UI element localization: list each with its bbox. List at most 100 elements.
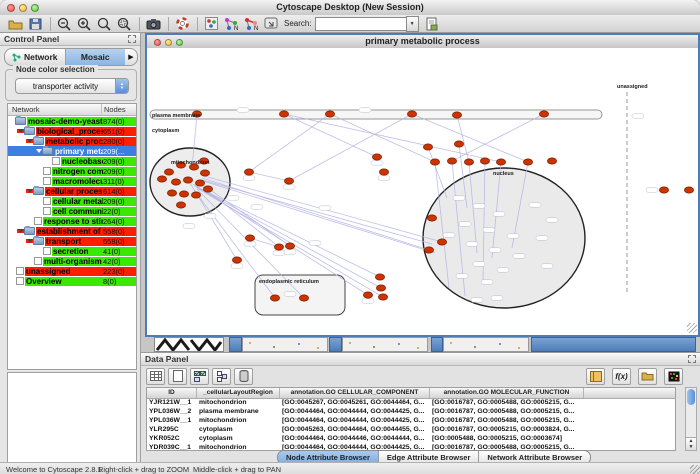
tab-overflow-arrow-icon[interactable]: ▶ [125, 49, 137, 65]
app-titlebar[interactable]: Cytoscape Desktop (New Session) [0, 0, 700, 16]
network-node[interactable] [452, 112, 461, 118]
tree-row[interactable]: metabolic process280(0) [8, 136, 136, 146]
table-row[interactable]: YJR121W__1mitochondrion[GO:0045267, GO:0… [147, 399, 675, 408]
delete-attribute-trash-icon[interactable] [234, 368, 253, 385]
tree-row[interactable]: unassigned223(0) [8, 266, 136, 276]
search-dropdown-arrow-icon[interactable]: ▼ [406, 16, 419, 32]
network-node[interactable] [363, 292, 372, 298]
tree-row[interactable]: cellular process614(0) [8, 186, 136, 196]
unselect-attributes-icon[interactable] [212, 368, 231, 385]
attribute-table[interactable]: ID _cellularLayoutRegion annotation.GO C… [146, 387, 676, 451]
help-lifebuoy-icon[interactable] [173, 16, 191, 32]
network-node[interactable] [423, 144, 432, 150]
tree-row[interactable]: cellular metabol209(0) [8, 196, 136, 206]
tab-mosaic[interactable]: Mosaic [65, 49, 126, 65]
network-window-titlebar[interactable]: primary metabolic process [147, 35, 698, 49]
network-node[interactable] [183, 177, 192, 183]
network-node[interactable] [427, 215, 436, 221]
network-node[interactable] [232, 257, 241, 263]
network-node[interactable] [424, 247, 433, 253]
import-attributes-folder-icon[interactable] [638, 368, 657, 385]
tree-row[interactable]: mosaic-demo-yeast874(0) [8, 116, 136, 126]
network-node[interactable] [378, 294, 387, 300]
network-node[interactable] [284, 178, 293, 184]
network-node[interactable] [270, 295, 279, 301]
tab-network[interactable]: Network [5, 49, 65, 65]
background-window-fragment[interactable] [531, 337, 696, 352]
network-graph[interactable]: plasma membranecytoplasmmitochondrionnuc… [147, 48, 698, 334]
save-session-icon[interactable] [26, 16, 44, 32]
background-window-fragment[interactable] [242, 337, 328, 352]
network-node[interactable] [176, 202, 185, 208]
column-go-molecular-function[interactable]: annotation.GO MOLECULAR_FUNCTION [430, 388, 584, 398]
network-node[interactable] [325, 111, 334, 117]
tree-expander-icon[interactable] [26, 239, 33, 243]
tree-row[interactable]: primary metabolic209(... [8, 146, 136, 156]
network-node[interactable] [539, 111, 548, 117]
tree-expander-icon[interactable] [17, 129, 24, 133]
network-node[interactable] [279, 111, 288, 117]
new-network-from-selected-edges-icon[interactable]: N [242, 16, 260, 32]
network-node[interactable] [179, 191, 188, 197]
new-attribute-icon[interactable] [168, 368, 187, 385]
zoom-fit-icon[interactable] [95, 16, 113, 32]
tree-row[interactable]: response to stimulu264(0) [8, 216, 136, 226]
zoom-selected-region-icon[interactable] [115, 16, 133, 32]
network-node[interactable] [430, 159, 439, 165]
network-node[interactable] [659, 187, 668, 193]
table-scrollbar-arrows[interactable]: ▲▼ [686, 437, 696, 450]
tree-row[interactable]: transport558(0) [8, 236, 136, 246]
tree-expander-icon[interactable] [17, 229, 24, 233]
network-node[interactable] [244, 169, 253, 175]
network-resize-grip[interactable] [687, 323, 697, 333]
float-data-panel-icon[interactable] [688, 355, 696, 363]
network-node[interactable] [200, 170, 209, 176]
column-cellular-layout-region[interactable]: _cellularLayoutRegion [197, 388, 280, 398]
network-node[interactable] [480, 158, 489, 164]
tree-row[interactable]: biological_process651(0) [8, 126, 136, 136]
attribute-batch-editor-icon[interactable] [586, 368, 605, 385]
network-node[interactable] [454, 141, 463, 147]
network-node[interactable] [496, 159, 505, 165]
column-id[interactable]: ID [147, 388, 197, 398]
network-node[interactable] [407, 111, 416, 117]
background-window-fragment[interactable] [329, 337, 342, 352]
table-scrollbar[interactable]: ▲▼ [685, 387, 697, 451]
network-node[interactable] [157, 176, 166, 182]
network-canvas[interactable]: plasma membranecytoplasmmitochondrionnuc… [147, 48, 698, 334]
tree-row[interactable]: Overview8(0) [8, 276, 136, 286]
zoom-in-icon[interactable] [75, 16, 93, 32]
function-builder-icon[interactable]: f(x) [612, 368, 631, 385]
background-window-fragment[interactable] [229, 337, 242, 352]
network-node[interactable] [274, 244, 283, 250]
table-row[interactable]: YLR295Ccytoplasm[GO:0045263, GO:0044464,… [147, 426, 675, 435]
tree-row[interactable]: establishment of lo558(0) [8, 226, 136, 236]
float-panel-icon[interactable] [128, 35, 136, 43]
network-node[interactable] [523, 159, 532, 165]
import-attributes-icon[interactable] [423, 16, 441, 32]
network-node[interactable] [375, 274, 384, 280]
network-node[interactable] [547, 158, 556, 164]
network-node[interactable] [191, 192, 200, 198]
table-row[interactable]: YPL036W__1mitochondrion[GO:0044464, GO:0… [147, 417, 675, 426]
node-color-dropdown[interactable]: transporter activity ▲▼ [15, 78, 129, 94]
network-node[interactable] [447, 158, 456, 164]
background-window-fragment[interactable] [342, 337, 428, 352]
tree-row[interactable]: multi-organism pro42(0) [8, 256, 136, 266]
tree-expander-icon[interactable] [26, 139, 33, 143]
column-go-cellular-component[interactable]: annotation.GO CELLULAR_COMPONENT [280, 388, 430, 398]
network-node[interactable] [203, 186, 212, 192]
snapshot-camera-icon[interactable] [144, 16, 162, 32]
network-node[interactable] [167, 190, 176, 196]
tree-expander-icon[interactable] [35, 149, 42, 153]
zoom-out-icon[interactable] [55, 16, 73, 32]
annotation-icon[interactable] [262, 16, 280, 32]
tree-row[interactable]: nucleobase-209(0) [8, 156, 136, 166]
background-window-fragment[interactable] [154, 337, 224, 352]
network-node[interactable] [437, 239, 446, 245]
table-row[interactable]: YKR052Ccytoplasm[GO:0044464, GO:0044446,… [147, 435, 675, 444]
network-node[interactable] [684, 187, 693, 193]
network-node[interactable] [376, 285, 385, 291]
network-view-window[interactable]: primary metabolic process plasma membran… [145, 33, 700, 337]
open-session-icon[interactable] [6, 16, 24, 32]
